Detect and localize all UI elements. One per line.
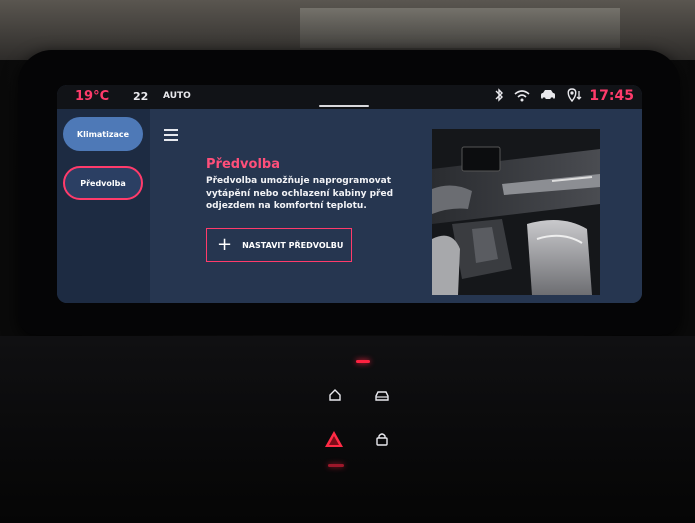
- auto-mode[interactable]: AUTO: [163, 91, 191, 101]
- console-led: [328, 464, 344, 467]
- main-panel: Předvolba Předvolba umožňuje naprogramov…: [150, 109, 642, 303]
- status-icons: [494, 88, 584, 106]
- lock-icon[interactable]: [376, 432, 388, 449]
- plus-icon: +: [217, 234, 233, 255]
- status-bar: 19°C 22 AUTO 17:45: [57, 85, 642, 109]
- sidebar: Klimatizace Předvolba: [57, 109, 150, 303]
- console-led: [356, 360, 370, 363]
- page-title: Předvolba: [206, 157, 281, 172]
- set-preset-button[interactable]: + NASTAVIT PŘEDVOLBU: [206, 228, 352, 262]
- photo-backdrop: 19°C 22 AUTO 17:45 Klimatizace Předvolba…: [0, 0, 695, 523]
- infotainment-screen: 19°C 22 AUTO 17:45 Klimatizace Předvolba…: [57, 85, 642, 303]
- clock: 17:45: [589, 88, 634, 104]
- set-preset-label: NASTAVIT PŘEDVOLBU: [242, 240, 344, 250]
- car-interior-image: [432, 129, 600, 295]
- temperature-readout[interactable]: 19°C: [75, 89, 109, 104]
- hazard-icon[interactable]: [324, 430, 344, 451]
- bluetooth-icon: [494, 88, 504, 106]
- room-window: [300, 8, 620, 48]
- pull-down-handle[interactable]: [319, 105, 369, 107]
- location-icon: [566, 88, 584, 106]
- car-icon[interactable]: [374, 390, 390, 405]
- sidebar-item-label: Předvolba: [80, 178, 126, 188]
- hamburger-icon[interactable]: [164, 129, 178, 141]
- sidebar-item-label: Klimatizace: [76, 129, 130, 139]
- sidebar-item-klimatizace[interactable]: Klimatizace: [63, 117, 143, 151]
- wifi-icon: [514, 89, 530, 106]
- page-description: Předvolba umožňuje naprogramovat vytápěn…: [206, 176, 394, 211]
- car-connect-icon: [540, 89, 556, 105]
- home-icon[interactable]: [328, 388, 342, 405]
- fan-level[interactable]: 22: [133, 90, 148, 103]
- console-buttons: [316, 370, 396, 490]
- sidebar-item-predvolba[interactable]: Předvolba: [63, 166, 143, 200]
